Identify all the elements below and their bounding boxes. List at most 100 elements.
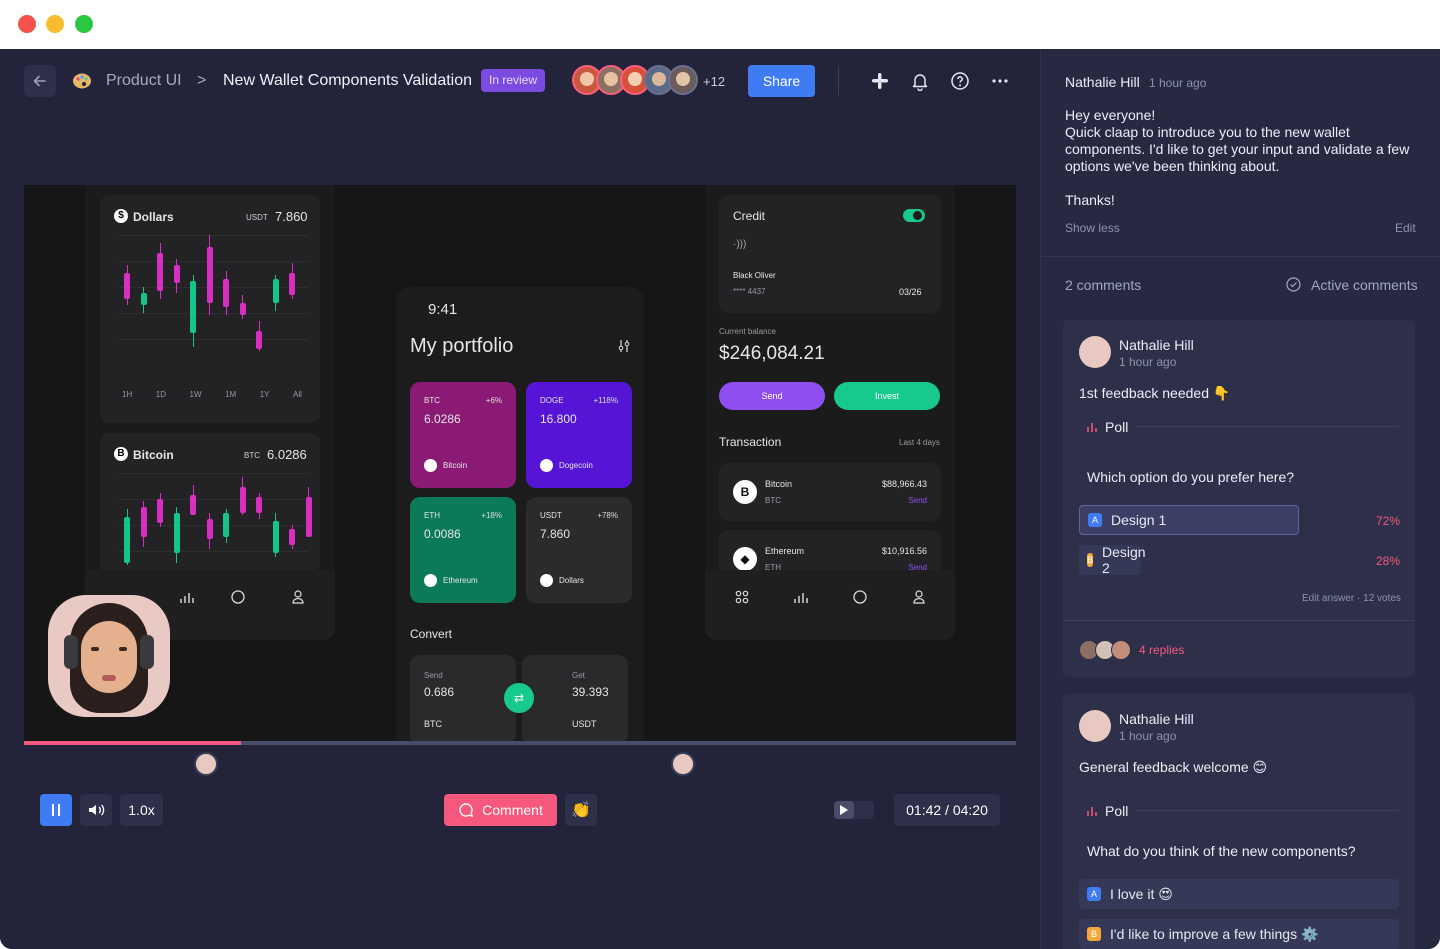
portfolio-tile-btc[interactable]: BTC +6% 6.0286 Bitcoin: [410, 382, 516, 488]
time-range-selector: 1H 1D 1W 1M 1Y All: [122, 390, 302, 399]
wallet-icon[interactable]: [231, 590, 245, 604]
swap-icon[interactable]: ⇄: [504, 683, 534, 713]
tile-coin-name: Dollars: [559, 576, 584, 585]
help-icon[interactable]: [950, 71, 970, 91]
minimize-window-dot[interactable]: [46, 15, 64, 33]
poll-meta[interactable]: Edit answer · 12 votes: [1302, 593, 1401, 604]
tile-code: DOGE: [540, 396, 564, 405]
range-1m[interactable]: 1M: [225, 390, 236, 399]
poll-option-b[interactable]: B I'd like to improve a few things ⚙️: [1079, 919, 1399, 949]
stats-icon[interactable]: [179, 590, 195, 604]
edit-link[interactable]: Edit: [1395, 221, 1416, 235]
replies-link[interactable]: 4 replies: [1139, 643, 1184, 657]
comment-time: 1 hour ago: [1119, 729, 1177, 743]
range-1d[interactable]: 1D: [156, 390, 166, 399]
maximize-window-dot[interactable]: [75, 15, 93, 33]
tile-code: USDT: [540, 511, 562, 520]
post-signoff: Thanks!: [1065, 192, 1115, 208]
palette-icon: [73, 73, 91, 89]
dollars-unit: USDT: [246, 213, 268, 222]
convert-get-box[interactable]: Get 39.393 USDT: [522, 655, 628, 745]
get-label: Get: [572, 671, 585, 680]
avatar: [1079, 336, 1111, 368]
back-arrow-icon: [33, 75, 46, 87]
active-comments-filter[interactable]: Active comments: [1311, 277, 1418, 293]
portfolio-tile-doge[interactable]: DOGE +118% 16.800 Dogecoin: [526, 382, 632, 488]
poll-icon: [1087, 807, 1097, 816]
volume-button[interactable]: [80, 794, 112, 826]
get-currency: USDT: [572, 719, 597, 729]
portfolio-tile-eth[interactable]: ETH +18% 0.0086 Ethereum: [410, 497, 516, 603]
volume-icon: [89, 804, 105, 816]
transaction-row[interactable]: B Bitcoin BTC $88,966.43 Send: [719, 463, 941, 521]
range-1w[interactable]: 1W: [190, 390, 202, 399]
more-icon[interactable]: [990, 71, 1010, 91]
convert-send-box[interactable]: Send 0.686 BTC: [410, 655, 516, 745]
portfolio-tile-usdt[interactable]: USDT +78% 7.860 Dollars: [526, 497, 632, 603]
poll-label: Poll: [1105, 803, 1129, 819]
video-progress-bar[interactable]: [24, 741, 1016, 745]
window-titlebar: [0, 0, 1440, 49]
bell-icon[interactable]: [910, 71, 930, 91]
breadcrumb-project[interactable]: Product UI: [106, 72, 182, 90]
check-circle-icon[interactable]: [1286, 277, 1301, 292]
back-button[interactable]: [24, 65, 56, 97]
poll-option-a[interactable]: A Design 1: [1079, 505, 1299, 535]
bitcoin-unit: BTC: [244, 451, 260, 460]
candle-body: [157, 253, 163, 291]
clap-button[interactable]: 👏: [565, 794, 597, 826]
invest-button[interactable]: Invest: [834, 382, 940, 410]
slack-icon[interactable]: [870, 71, 890, 91]
status-badge[interactable]: In review: [481, 69, 546, 92]
transaction-period: Last 4 days: [899, 438, 940, 447]
post-time: 1 hour ago: [1149, 76, 1207, 90]
comment-author: Nathalie Hill: [1119, 711, 1194, 727]
dollar-icon: $: [114, 209, 128, 223]
show-less-link[interactable]: Show less: [1065, 221, 1120, 235]
profile-icon[interactable]: [292, 590, 304, 604]
option-label: I'd like to improve a few things ⚙️: [1110, 925, 1319, 942]
poll-option-b[interactable]: B Design 2: [1079, 544, 1146, 576]
option-label: I love it 😍: [1110, 885, 1173, 902]
candle-body: [223, 279, 229, 307]
close-window-dot[interactable]: [18, 15, 36, 33]
bitcoin-card: B Bitcoin BTC 6.0286: [100, 433, 320, 578]
tile-coin-name: Ethereum: [443, 576, 478, 585]
comment-card: Nathalie Hill 1 hour ago General feedbac…: [1063, 694, 1415, 949]
comment-card: Nathalie Hill 1 hour ago 1st feedback ne…: [1063, 320, 1415, 677]
range-1y[interactable]: 1Y: [260, 390, 270, 399]
stats-icon[interactable]: [793, 590, 809, 604]
share-button[interactable]: Share: [748, 65, 815, 97]
candle-body: [239, 303, 246, 315]
candle-body: [289, 529, 295, 545]
video-progress-fill: [24, 741, 242, 745]
wallet-icon[interactable]: [853, 590, 867, 604]
pause-button[interactable]: [40, 794, 72, 826]
poll-option-a[interactable]: A I love it 😍: [1079, 879, 1399, 909]
coin-icon: [424, 459, 437, 472]
tile-change: +6%: [485, 396, 502, 405]
presenter-webcam[interactable]: [48, 595, 170, 717]
autoplay-toggle[interactable]: [834, 801, 874, 819]
divider: [838, 67, 839, 95]
speed-button[interactable]: 1.0x: [120, 794, 163, 826]
candle-body: [239, 487, 246, 513]
range-all[interactable]: All: [293, 390, 302, 399]
poll-question: Which option do you prefer here?: [1087, 469, 1295, 485]
comment-marker-avatar[interactable]: [671, 752, 695, 776]
comment-button[interactable]: Comment: [444, 794, 557, 826]
tile-change: +18%: [481, 511, 502, 520]
home-grid-icon[interactable]: [735, 590, 749, 604]
credit-toggle[interactable]: [903, 209, 925, 222]
balance-label: Current balance: [719, 327, 776, 336]
range-1h[interactable]: 1H: [122, 390, 132, 399]
extra-participants-count[interactable]: +12: [703, 74, 725, 89]
poll-tag: Poll: [1079, 800, 1137, 822]
filter-icon[interactable]: [618, 339, 630, 353]
candle-body: [124, 517, 130, 563]
card-number: **** 4437: [733, 287, 766, 296]
video-stage[interactable]: $ Dollars USDT 7.860 1H 1D 1W 1M 1Y All B Bit…: [24, 185, 1016, 745]
send-money-button[interactable]: Send: [719, 382, 825, 410]
profile-icon[interactable]: [913, 590, 925, 604]
comment-marker-avatar[interactable]: [194, 752, 218, 776]
